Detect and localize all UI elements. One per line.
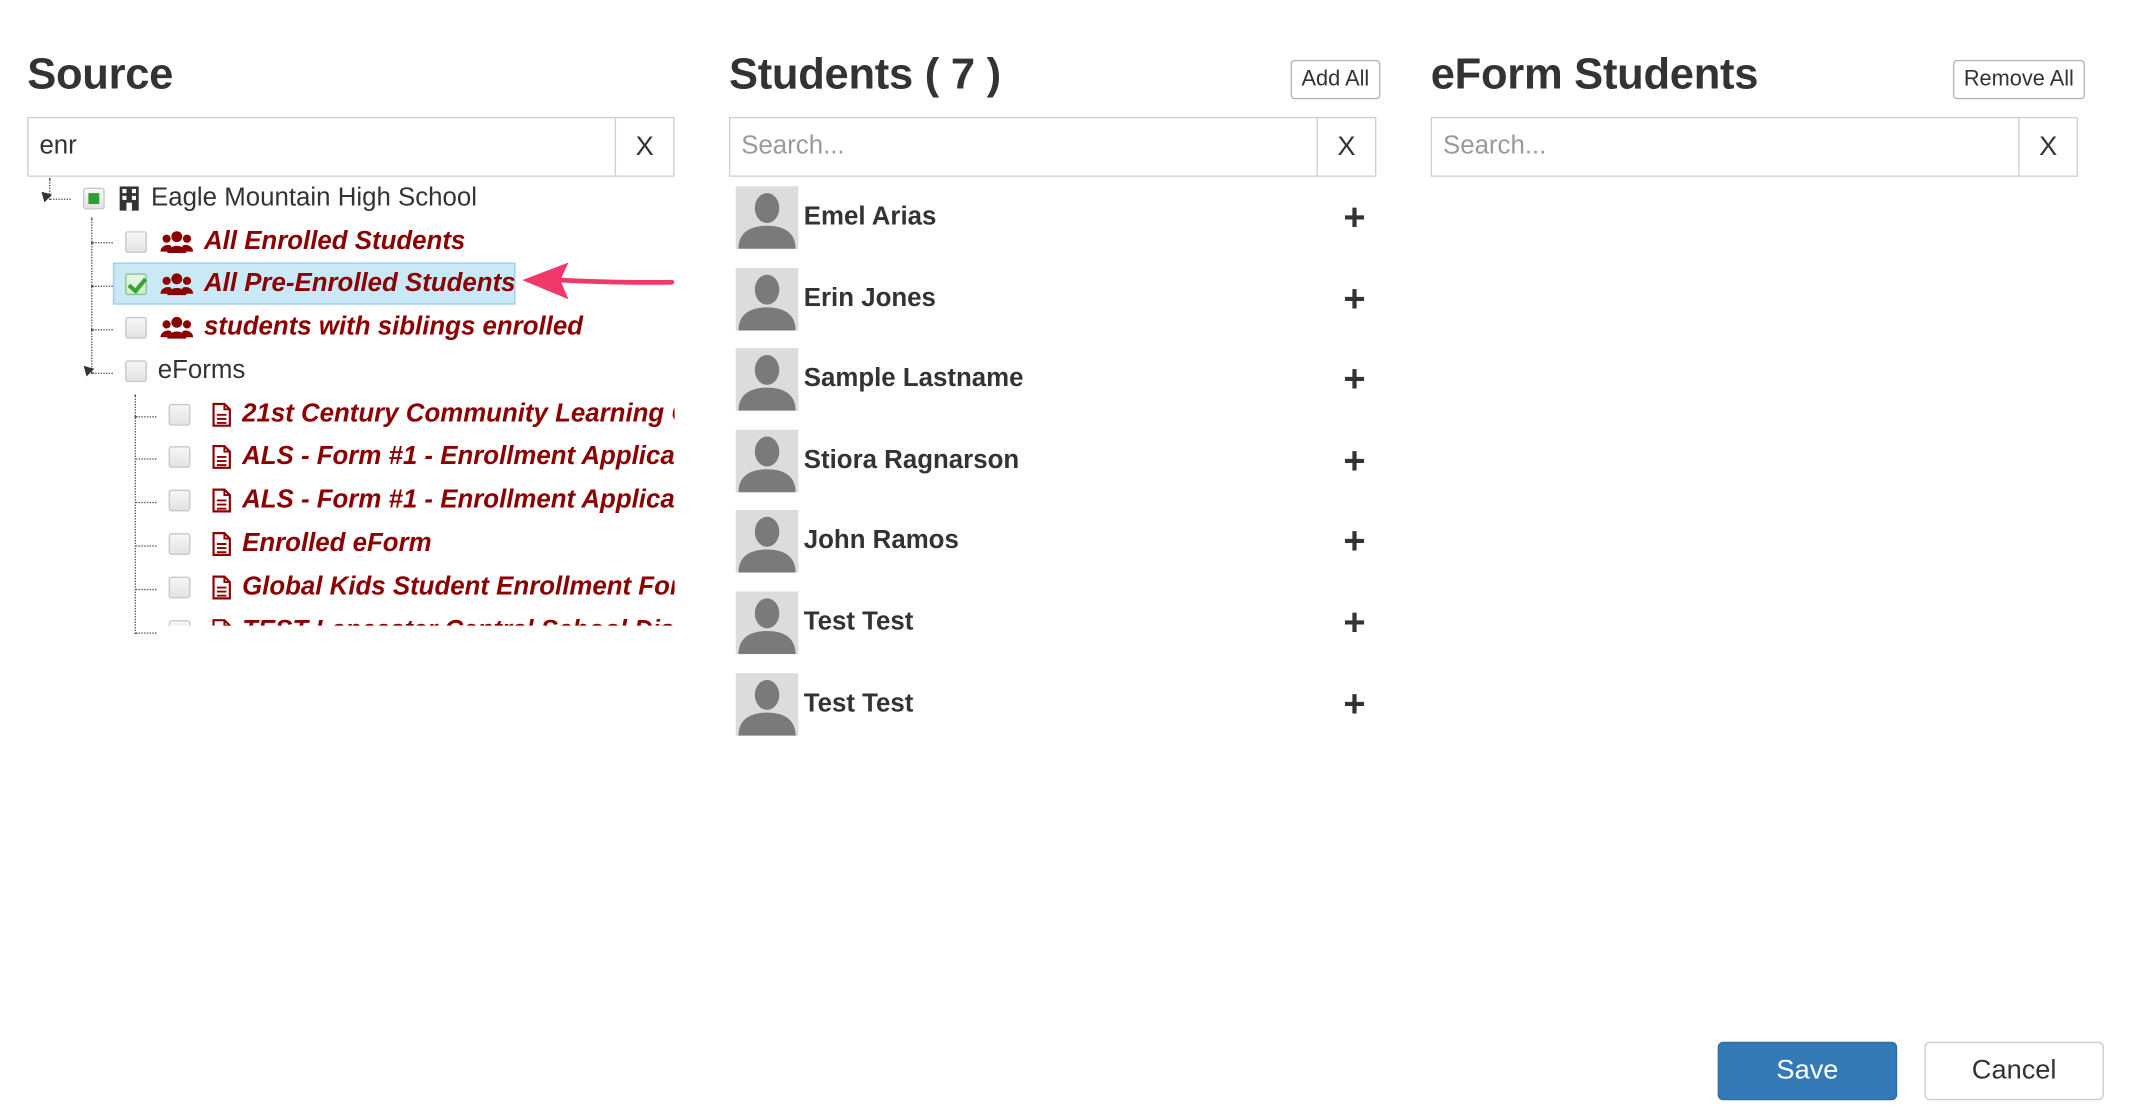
tree-eforms-list: 21st Century Community Learning Center A… bbox=[0, 177, 675, 626]
add-student-icon[interactable]: + bbox=[1334, 522, 1375, 560]
tree-node-label: TEST Lancaster Central School District bbox=[242, 616, 674, 626]
student-name: Sample Lastname bbox=[803, 364, 1024, 394]
eform-students-search-box: X bbox=[1430, 116, 2079, 177]
student-row: Erin Jones + bbox=[735, 267, 1375, 332]
tree-node-label: ALS - Form #1 - Enrollment Application bbox=[242, 485, 675, 515]
tree-checkbox[interactable] bbox=[168, 533, 191, 555]
source-search-input[interactable] bbox=[28, 118, 615, 176]
student-row: Emel Arias + bbox=[735, 185, 1375, 250]
tree-checkbox[interactable] bbox=[168, 576, 191, 599]
avatar bbox=[735, 429, 799, 493]
student-name: Test Test bbox=[803, 689, 914, 719]
avatar bbox=[735, 267, 799, 331]
add-student-icon[interactable]: + bbox=[1334, 441, 1375, 480]
document-icon bbox=[212, 619, 231, 626]
eform-students-title: eForm Students bbox=[1430, 48, 1759, 98]
student-name: Stiora Ragnarson bbox=[803, 446, 1020, 475]
student-row: Stiora Ragnarson + bbox=[735, 428, 1375, 493]
student-row: Sample Lastname + bbox=[735, 347, 1375, 412]
avatar bbox=[735, 591, 799, 655]
add-student-icon[interactable]: + bbox=[1334, 685, 1375, 723]
tree-node-label: Enrolled eForm bbox=[242, 529, 432, 558]
tree-node-eform[interactable]: ALS - Form #1 - Enrollment Application bbox=[168, 437, 675, 478]
annotation-arrow-icon bbox=[522, 262, 675, 300]
avatar bbox=[735, 673, 799, 736]
tree-checkbox[interactable] bbox=[168, 446, 191, 468]
student-row: Test Test + bbox=[735, 590, 1375, 655]
add-student-icon[interactable]: + bbox=[1334, 198, 1375, 237]
tree-checkbox[interactable] bbox=[168, 489, 191, 512]
source-clear-button[interactable]: X bbox=[614, 118, 673, 176]
tree-node-label: ALS - Form #1 - Enrollment Application bbox=[242, 442, 675, 471]
document-icon bbox=[212, 444, 231, 469]
dialog-canvas: Source X Eagle Mountain High School All … bbox=[0, 0, 2132, 1114]
avatar bbox=[735, 510, 799, 573]
tree-node-eform[interactable]: Global Kids Student Enrollment Form bbox=[168, 567, 675, 608]
tree-line bbox=[134, 632, 157, 634]
students-search-input[interactable] bbox=[730, 118, 1317, 176]
tree-node-label: Global Kids Student Enrollment Form bbox=[242, 572, 675, 602]
add-student-icon[interactable]: + bbox=[1334, 360, 1375, 398]
add-student-icon[interactable]: + bbox=[1334, 279, 1375, 318]
tree-node-eform[interactable]: ALS - Form #1 - Enrollment Application bbox=[168, 480, 675, 521]
students-title: Students ( 7 ) bbox=[728, 48, 1001, 98]
source-search-box: X bbox=[27, 116, 675, 177]
document-icon bbox=[212, 488, 231, 513]
save-button[interactable]: Save bbox=[1717, 1041, 1898, 1101]
student-name: Emel Arias bbox=[803, 202, 937, 232]
document-icon bbox=[212, 402, 231, 427]
remove-all-button[interactable]: Remove All bbox=[1952, 59, 2085, 100]
eform-students-clear-button[interactable]: X bbox=[2018, 118, 2076, 176]
cancel-button[interactable]: Cancel bbox=[1924, 1041, 2104, 1101]
students-clear-button[interactable]: X bbox=[1316, 118, 1374, 176]
add-all-button[interactable]: Add All bbox=[1290, 59, 1381, 100]
tree-node-eform[interactable]: 21st Century Community Learning Center bbox=[168, 394, 675, 435]
student-name: Erin Jones bbox=[803, 284, 936, 313]
student-name: John Ramos bbox=[803, 526, 959, 555]
students-search-box: X bbox=[728, 116, 1377, 177]
student-name: Test Test bbox=[803, 607, 914, 637]
avatar bbox=[735, 186, 799, 249]
add-student-icon[interactable]: + bbox=[1334, 603, 1375, 642]
tree-checkbox[interactable] bbox=[168, 403, 191, 426]
source-title: Source bbox=[27, 48, 174, 98]
avatar bbox=[735, 348, 799, 411]
tree-node-label: 21st Century Community Learning Center bbox=[242, 399, 674, 429]
document-icon bbox=[212, 532, 231, 556]
eform-students-search-input[interactable] bbox=[1432, 118, 2019, 176]
document-icon bbox=[212, 575, 231, 600]
student-row: Test Test + bbox=[735, 672, 1375, 737]
tree-node-eform[interactable]: Enrolled eForm bbox=[168, 524, 432, 565]
tree-node-eform[interactable]: TEST Lancaster Central School District bbox=[168, 611, 675, 626]
tree-checkbox[interactable] bbox=[168, 620, 191, 626]
student-row: John Ramos + bbox=[735, 509, 1375, 574]
